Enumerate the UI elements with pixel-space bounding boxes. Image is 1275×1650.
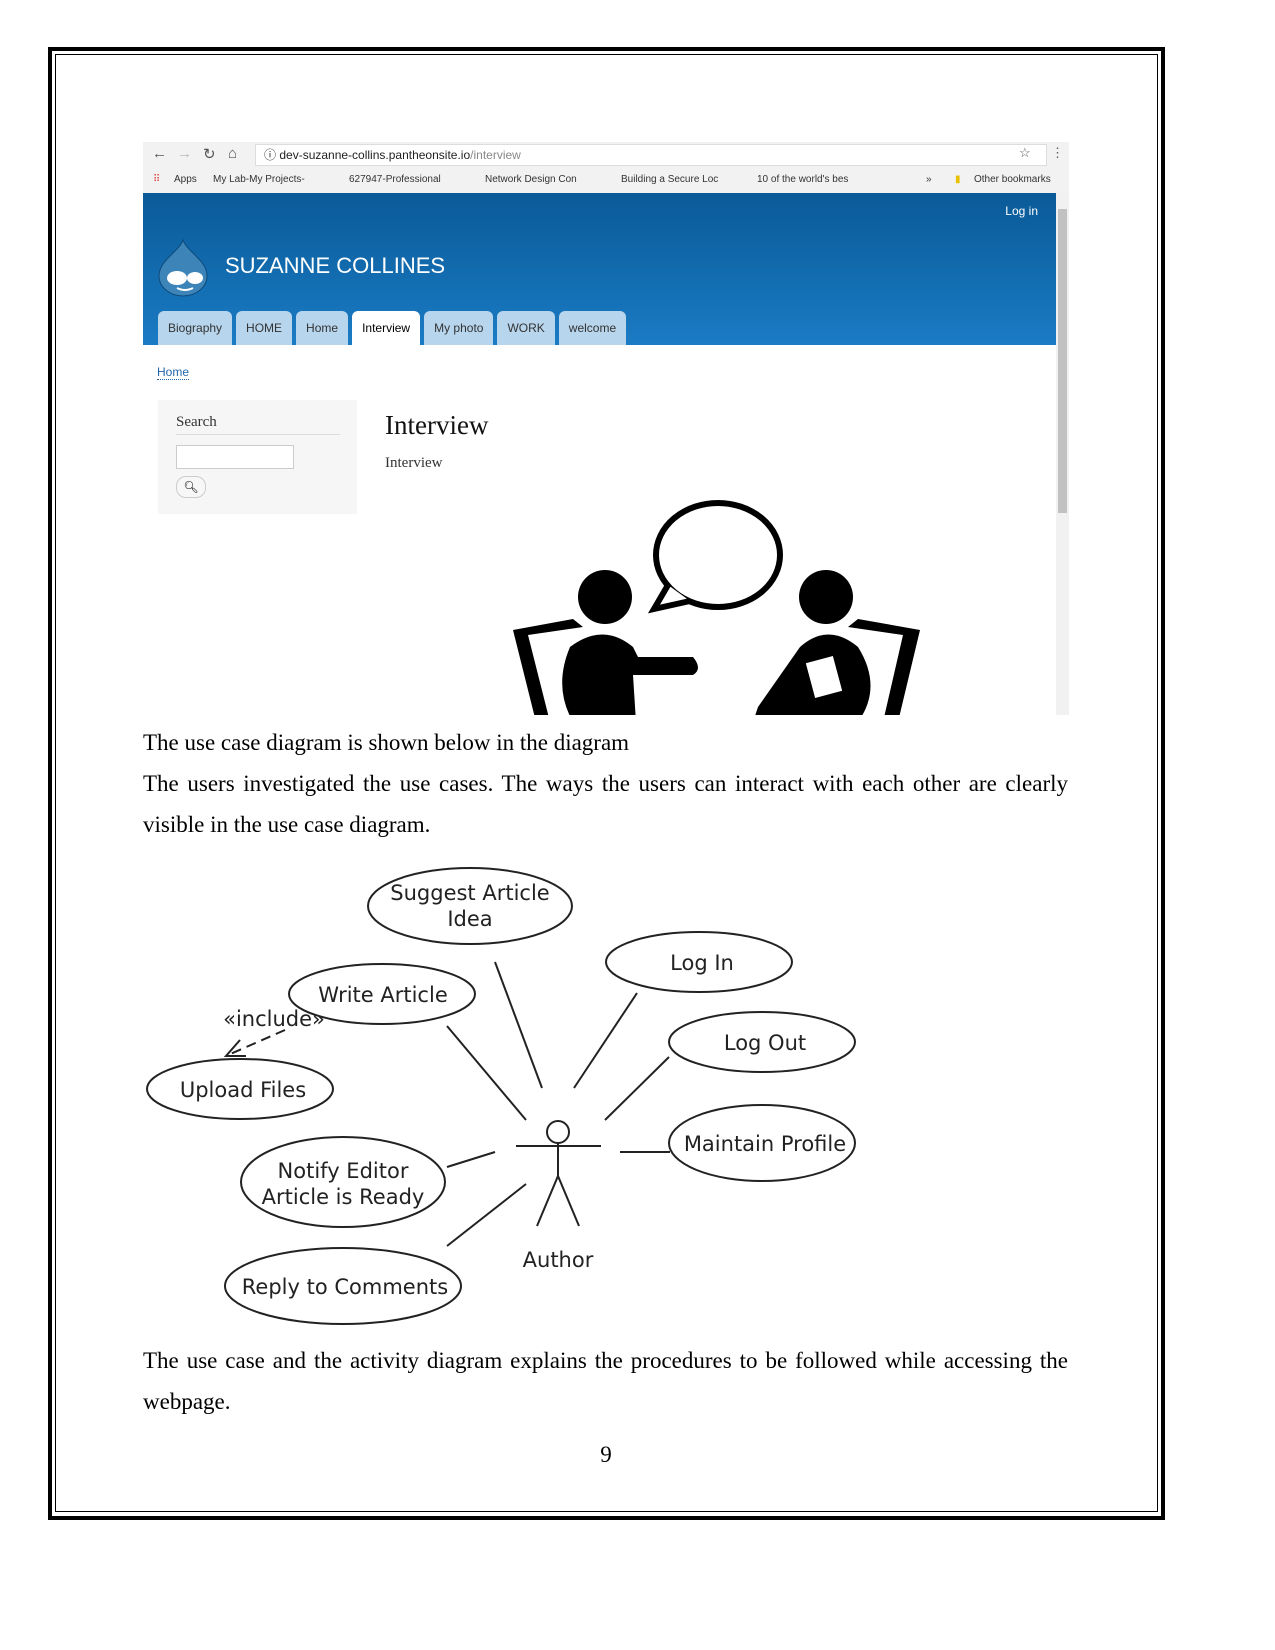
tab-biography[interactable]: Biography: [158, 311, 233, 345]
folder-icon: ▮: [955, 174, 961, 185]
tab-welcome[interactable]: welcome: [558, 311, 627, 345]
page-body: Interview: [385, 455, 443, 471]
search-button[interactable]: 🔍︎: [176, 476, 206, 498]
interview-illustration-icon: [513, 500, 920, 715]
home-icon[interactable]: ⌂: [228, 145, 237, 162]
bookmark[interactable]: Apps: [174, 174, 197, 185]
paragraph: The users investigated the use cases. Th…: [143, 771, 1068, 837]
scrollbar-thumb[interactable]: [1058, 209, 1067, 513]
reload-icon[interactable]: ↻: [203, 145, 216, 163]
url-host: dev-suzanne-collins.pantheonsite.io: [279, 148, 471, 162]
back-icon[interactable]: ←: [152, 145, 167, 162]
search-icon: 🔍︎: [183, 480, 199, 494]
other-bookmarks[interactable]: Other bookmarks: [974, 174, 1051, 185]
actor-label: Author: [523, 1248, 594, 1272]
use-case-ellipse: [367, 867, 573, 945]
menu-icon[interactable]: ⋮: [1051, 145, 1064, 161]
use-case-label: Write Article: [318, 983, 448, 1007]
use-case-label: Upload Files: [180, 1078, 306, 1102]
divider: [176, 434, 340, 435]
tab-home[interactable]: Home: [296, 311, 349, 345]
site-header: Log in SUZANNE COLLINES Biography HOME H…: [143, 193, 1056, 345]
star-icon[interactable]: ☆: [1019, 145, 1031, 161]
apps-icon: ⠿: [153, 174, 161, 185]
forward-icon[interactable]: →: [177, 145, 192, 162]
search-block: Search 🔍︎: [158, 400, 357, 514]
paragraph: The use case and the activity diagram ex…: [143, 1348, 1068, 1414]
tab-home-upper[interactable]: HOME: [236, 311, 293, 345]
site-name: SUZANNE COLLINES: [225, 253, 446, 278]
search-label: Search: [176, 414, 217, 430]
nav-tabs: Biography HOME Home Interview My photo W…: [158, 311, 627, 345]
bookmark[interactable]: 10 of the world's bes: [757, 174, 848, 185]
use-case-label: Reply to Comments: [242, 1275, 448, 1299]
use-case-label: Idea: [447, 907, 492, 931]
search-input[interactable]: [176, 445, 294, 469]
document-page: ← → ↻ ⌂ ⓘ dev-suzanne-collins.pantheonsi…: [0, 0, 1275, 1650]
more-bookmarks[interactable]: »: [926, 174, 932, 185]
use-case-label: Article is Ready: [262, 1185, 425, 1209]
drupal-logo-icon: [158, 238, 208, 297]
address-bar-row: ← → ↻ ⌂ ⓘ dev-suzanne-collins.pantheonsi…: [143, 142, 1069, 167]
scrollbar[interactable]: [1056, 193, 1069, 715]
bookmarks-bar: ⠿ Apps My Lab-My Projects- 627947-Profes…: [143, 167, 1069, 194]
use-case-label: Maintain Profile: [684, 1132, 846, 1156]
breadcrumb-home[interactable]: Home: [157, 365, 190, 380]
bookmark[interactable]: 627947-Professional: [349, 174, 441, 185]
include-label: «include»: [223, 1007, 325, 1031]
use-case-label: Log Out: [724, 1031, 806, 1055]
page-number: 9: [600, 1442, 612, 1467]
url-field[interactable]: ⓘ dev-suzanne-collins.pantheonsite.io/in…: [255, 144, 1047, 166]
bookmark[interactable]: Network Design Con: [485, 174, 577, 185]
use-case-label: Notify Editor: [278, 1159, 409, 1183]
tab-my-photo[interactable]: My photo: [424, 311, 494, 345]
browser-screenshot: ← → ↻ ⌂ ⓘ dev-suzanne-collins.pantheonsi…: [143, 142, 1069, 715]
bookmark[interactable]: My Lab-My Projects-: [213, 174, 305, 185]
paragraph: The use case diagram is shown below in t…: [143, 730, 630, 755]
use-case-label: Log In: [670, 951, 734, 975]
bookmark[interactable]: Building a Secure Loc: [621, 174, 718, 185]
use-case-label: Suggest Article: [390, 881, 549, 905]
login-link[interactable]: Log in: [1005, 204, 1038, 218]
page-title: Interview: [385, 410, 489, 440]
use-case-diagram: Suggest Article Idea Log In Write Articl…: [146, 867, 856, 1325]
url-path: /interview: [470, 148, 521, 162]
tab-interview[interactable]: Interview: [352, 311, 421, 345]
tab-work[interactable]: WORK: [497, 311, 555, 345]
